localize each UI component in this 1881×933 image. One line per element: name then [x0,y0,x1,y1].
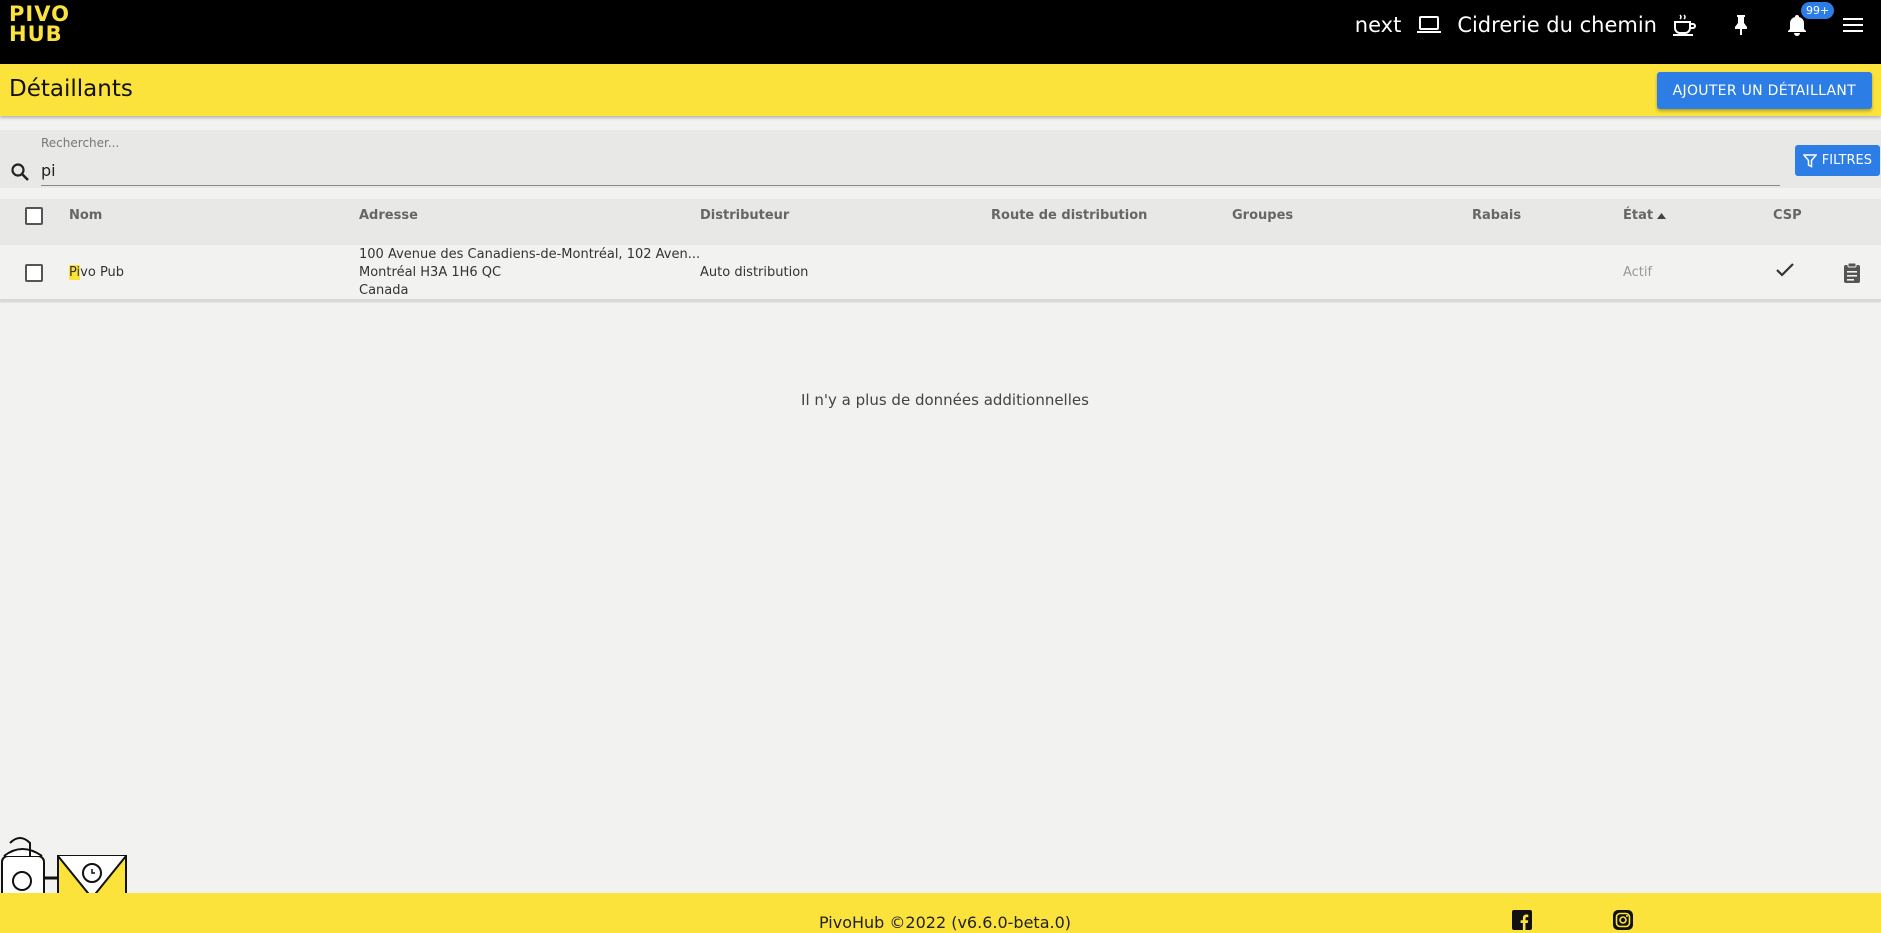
retailer-distributor: Auto distribution [700,265,809,280]
page-title: Détaillants [9,76,133,102]
top-bar: PIVO HUB next Cidrerie du chemin 99+ [0,0,1881,64]
col-distributor[interactable]: Distributeur [700,208,789,223]
logo-line2: HUB [9,22,63,46]
laptop-icon[interactable] [1401,0,1457,50]
footer: PivoHub ©2022 (v6.6.0-beta.0) [0,893,1881,933]
check-icon [1775,262,1795,282]
col-name[interactable]: Nom [69,208,102,223]
org-name[interactable]: Cidrerie du chemin [1457,13,1657,37]
pin-icon[interactable] [1713,0,1769,50]
filter-icon [1802,153,1817,168]
col-discount[interactable]: Rabais [1472,208,1521,223]
table-header: Nom Adresse Distributeur Route de distri… [0,199,1881,245]
clipboard-icon[interactable] [1843,262,1861,288]
col-state[interactable]: État [1623,208,1667,223]
footer-copyright: PivoHub ©2022 (v6.6.0-beta.0) [819,913,1071,932]
retailer-name-rest: vo Pub [80,265,125,280]
filters-button[interactable]: FILTRES [1794,145,1880,176]
col-address[interactable]: Adresse [359,208,418,223]
address-line3: Canada [359,283,409,298]
no-more-data-message: Il n'y a plus de données additionnelles [801,391,1089,409]
logo-line1: PIVO [9,2,70,26]
retailer-address: 100 Avenue des Canadiens-de-Montréal, 10… [359,246,700,300]
retailer-state: Actif [1623,265,1653,280]
col-route[interactable]: Route de distribution [991,208,1147,223]
page-header: Détaillants AJOUTER UN DÉTAILLANT [0,64,1881,116]
col-csp[interactable]: CSP [1773,208,1802,223]
col-groups[interactable]: Groupes [1232,208,1293,223]
search-icon [10,162,30,186]
env-label[interactable]: next [1355,13,1402,37]
search-input[interactable] [41,156,1780,186]
address-line1: 100 Avenue des Canadiens-de-Montréal, 10… [359,247,701,262]
address-line2: Montréal H3A 1H6 QC [359,265,502,280]
facebook-icon[interactable] [1512,910,1532,933]
bell-icon[interactable]: 99+ [1769,0,1835,50]
search-bar: Rechercher... FILTRES [0,130,1881,188]
filters-label: FILTRES [1821,153,1872,168]
top-right-actions: next Cidrerie du chemin 99+ [1355,0,1881,50]
menu-icon[interactable] [1825,0,1881,50]
select-all-checkbox[interactable] [25,207,43,225]
instagram-icon[interactable] [1613,910,1633,933]
search-label: Rechercher... [41,136,120,150]
add-retailer-button[interactable]: AJOUTER UN DÉTAILLANT [1656,72,1872,109]
table-row[interactable]: Pivo Pub 100 Avenue des Canadiens-de-Mon… [0,245,1881,301]
coffee-cup-icon[interactable] [1657,0,1713,50]
row-checkbox[interactable] [25,264,43,282]
pivohub-logo[interactable]: PIVO HUB [9,2,70,46]
sort-asc-icon [1657,212,1667,219]
retailer-name[interactable]: Pivo Pub [69,265,124,280]
search-highlight: Pi [69,265,81,280]
col-state-label: État [1623,208,1654,223]
